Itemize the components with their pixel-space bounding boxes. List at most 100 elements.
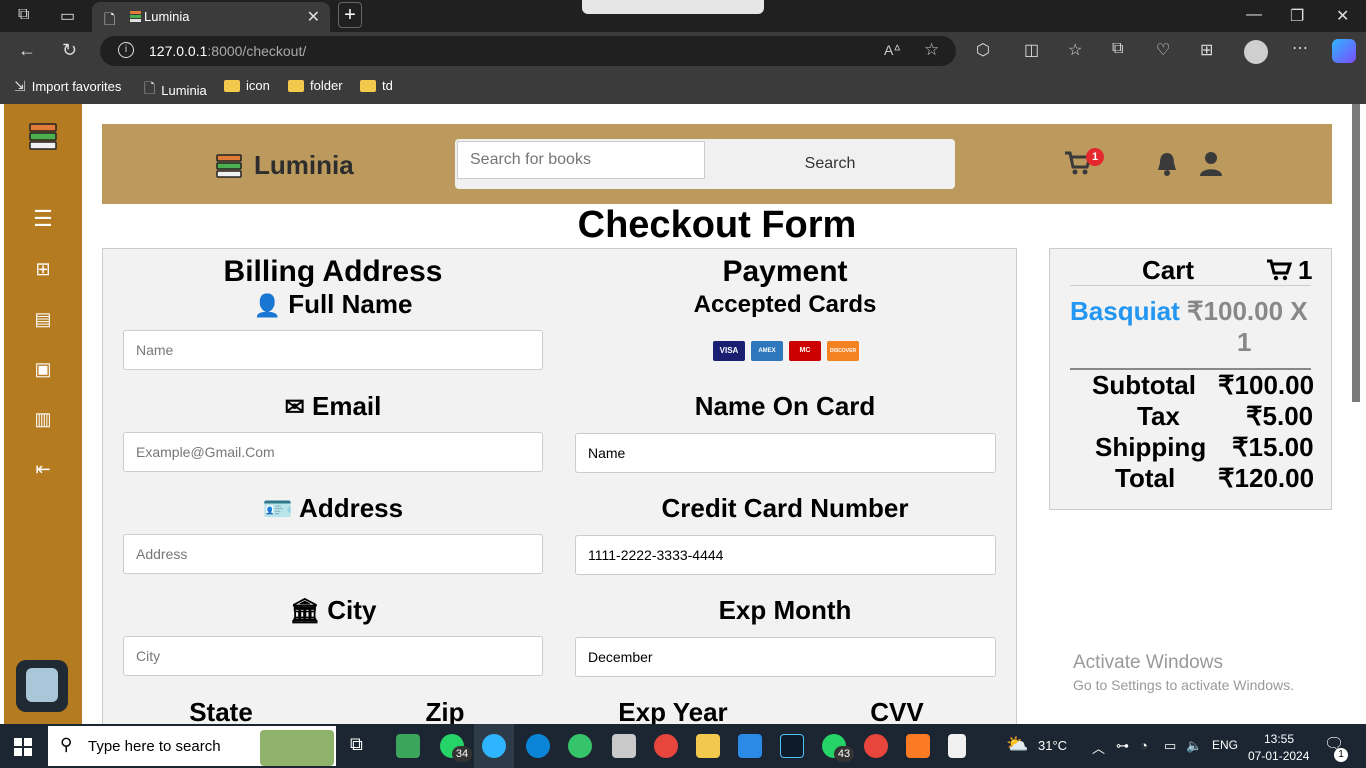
credit-card-field[interactable] bbox=[575, 535, 996, 575]
subtotal-label: Subtotal bbox=[1092, 370, 1196, 400]
folder-icon bbox=[360, 79, 376, 92]
url-path: :8000/checkout/ bbox=[207, 43, 307, 59]
address-card-icon: 🪪 bbox=[262, 496, 293, 523]
battery-icon[interactable]: ▭ bbox=[1164, 738, 1176, 754]
close-tab-icon[interactable]: ✕ bbox=[307, 7, 320, 27]
library-icon[interactable]: ▣ bbox=[32, 359, 54, 381]
profile-avatar[interactable] bbox=[1244, 40, 1268, 64]
tab-title: Luminia bbox=[144, 9, 190, 24]
edge-icon[interactable] bbox=[526, 734, 550, 758]
read-aloud-icon[interactable]: Aᐞ bbox=[884, 42, 901, 59]
activate-windows-title: Activate Windows bbox=[1073, 652, 1223, 673]
refresh-icon[interactable]: ↻ bbox=[62, 40, 77, 61]
chrome-icon[interactable] bbox=[654, 734, 678, 758]
search-button[interactable]: Search bbox=[705, 139, 955, 189]
url-host: 127.0.0.1 bbox=[149, 43, 208, 59]
full-name-field[interactable] bbox=[123, 330, 543, 370]
copilot-icon[interactable] bbox=[1332, 39, 1356, 63]
clock-time[interactable]: 13:55 bbox=[1264, 732, 1294, 746]
minimize-icon[interactable]: — bbox=[1246, 6, 1262, 24]
envelope-icon: ✉ bbox=[284, 394, 305, 421]
chrome-icon[interactable] bbox=[864, 734, 888, 758]
book-icon[interactable]: ▥ bbox=[32, 409, 54, 431]
terminal-app-icon[interactable] bbox=[780, 734, 804, 758]
user-avatar[interactable] bbox=[16, 660, 68, 712]
xampp-icon[interactable] bbox=[906, 734, 930, 758]
weather-temperature[interactable]: 31°C bbox=[1038, 738, 1067, 753]
task-view-icon[interactable]: ⧉ bbox=[350, 734, 363, 755]
bookmark-folder[interactable]: folder bbox=[288, 78, 343, 93]
workspaces-icon[interactable]: ⧉ bbox=[18, 6, 29, 24]
new-tab-button[interactable]: + bbox=[338, 2, 362, 28]
apps-icon[interactable]: ⊞ bbox=[1200, 40, 1213, 60]
tab-luminia[interactable]: 🗋 Luminia ✕ bbox=[92, 2, 330, 32]
tax-value: ₹5.00 bbox=[1246, 401, 1314, 431]
edge-icon-active[interactable] bbox=[482, 734, 506, 758]
cart-title: Cart bbox=[1142, 255, 1195, 285]
windows-start-icon[interactable] bbox=[14, 738, 32, 756]
folder-icon bbox=[288, 79, 304, 92]
taskbar-search-input[interactable]: ⚲ Type here to search bbox=[48, 726, 336, 766]
luminia-favicon bbox=[130, 11, 141, 22]
favorites-icon[interactable]: ☆ bbox=[1068, 40, 1082, 60]
cart-icon bbox=[1267, 259, 1292, 281]
city-field[interactable] bbox=[123, 636, 543, 676]
widgets-icon[interactable] bbox=[396, 734, 420, 758]
email-label: ✉ Email bbox=[284, 391, 382, 421]
split-screen-icon[interactable]: ◫ bbox=[1024, 40, 1039, 60]
network-icon[interactable]: ⊶ bbox=[1116, 738, 1129, 754]
page-viewport: ☰ ⊞ ▤ ▣ ▥ ⇤ Luminia Search 1 Checko bbox=[0, 104, 1366, 728]
whatsapp-badge: 34 bbox=[452, 746, 472, 762]
cart-item-name[interactable]: Basquiat bbox=[1070, 296, 1180, 327]
clock-date[interactable]: 07-01-2024 bbox=[1248, 749, 1309, 763]
exp-month-field[interactable] bbox=[575, 637, 996, 677]
more-menu-icon[interactable]: ⋯ bbox=[1292, 38, 1308, 58]
email-field[interactable] bbox=[123, 432, 543, 472]
user-icon[interactable] bbox=[1199, 151, 1223, 177]
close-window-icon[interactable]: ✕ bbox=[1336, 6, 1349, 26]
page-icon: 🗋 bbox=[144, 80, 156, 96]
notepad-icon[interactable] bbox=[948, 734, 966, 758]
volume-icon[interactable]: 🔈 bbox=[1186, 738, 1202, 754]
performance-icon[interactable]: ♡ bbox=[1156, 40, 1170, 60]
import-icon: ⇲ bbox=[14, 78, 26, 94]
wifi-icon[interactable]: ◔ bbox=[1140, 738, 1148, 753]
bookmark-td[interactable]: td bbox=[360, 78, 393, 93]
luminia-logo-icon[interactable] bbox=[28, 122, 58, 152]
restore-icon[interactable]: ❐ bbox=[1290, 6, 1304, 26]
language-indicator[interactable]: ENG bbox=[1212, 738, 1238, 752]
bookmark-icon-folder[interactable]: icon bbox=[224, 78, 270, 93]
site-info-icon[interactable]: i bbox=[118, 42, 134, 58]
url-input[interactable]: i 127.0.0.1:8000/checkout/ Aᐞ ☆ bbox=[100, 36, 956, 66]
name-on-card-field[interactable] bbox=[575, 433, 996, 473]
site-logo-text[interactable]: Luminia bbox=[254, 150, 354, 181]
tab-actions-icon[interactable]: ▭ bbox=[60, 6, 75, 26]
accepted-cards-label: Accepted Cards bbox=[693, 291, 877, 318]
full-name-label: 👤 Full Name bbox=[253, 289, 413, 319]
file-explorer-icon[interactable] bbox=[696, 734, 720, 758]
vscode-icon[interactable] bbox=[738, 734, 762, 758]
books-stack-icon[interactable]: ▤ bbox=[32, 309, 54, 331]
city-label: 🏛 City bbox=[289, 595, 377, 625]
paint-icon[interactable] bbox=[612, 734, 636, 758]
collections-icon[interactable]: ⧉ bbox=[1112, 40, 1123, 58]
weather-icon[interactable]: ⛅ bbox=[1006, 734, 1028, 755]
luminia-logo-icon bbox=[216, 154, 242, 178]
book-search-input[interactable] bbox=[457, 141, 705, 179]
mastercard-icon: MC bbox=[789, 341, 821, 361]
extensions-icon[interactable]: ⬡ bbox=[976, 40, 990, 60]
logout-icon[interactable]: ⇤ bbox=[32, 459, 54, 481]
edge-dev-icon[interactable] bbox=[568, 734, 592, 758]
bookmark-import-favorites[interactable]: ⇲ Import favorites bbox=[14, 78, 121, 95]
page-scrollbar[interactable] bbox=[1352, 104, 1360, 402]
bookmark-luminia[interactable]: 🗋 Luminia bbox=[144, 78, 207, 102]
dashboard-grid-icon[interactable]: ⊞ bbox=[32, 259, 54, 281]
snap-bar[interactable] bbox=[582, 0, 764, 14]
payment-heading: Payment bbox=[722, 255, 848, 288]
address-field[interactable] bbox=[123, 534, 543, 574]
bell-icon[interactable] bbox=[1156, 151, 1178, 177]
favorite-star-icon[interactable]: ☆ bbox=[924, 40, 939, 60]
tray-chevron-icon[interactable]: ︿ bbox=[1092, 738, 1105, 757]
back-icon[interactable]: ← bbox=[18, 40, 36, 61]
amex-card-icon: AMEX bbox=[751, 341, 783, 361]
